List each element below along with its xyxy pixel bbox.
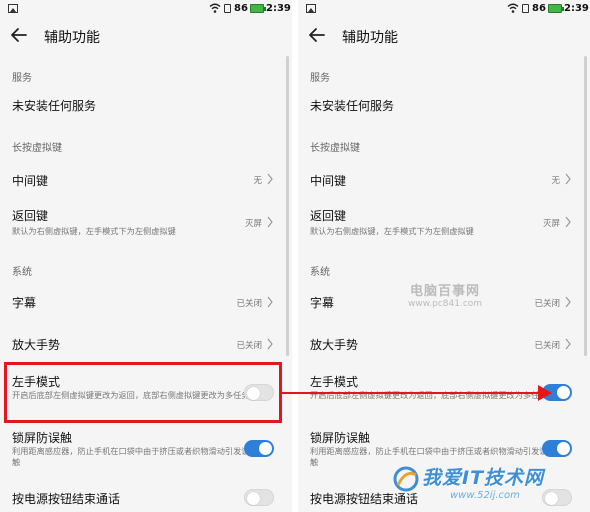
row-title: 锁屏防误触 (12, 431, 73, 445)
chevron-right-icon (565, 338, 571, 350)
settings-screen-after: 86 2:39 辅助功能 服务 未安装任何服务 长按虚拟键 中间键 无 返回键 … (298, 0, 590, 512)
sim-icon (224, 4, 231, 13)
chevron-right-icon (267, 216, 273, 228)
page-title: 辅助功能 (342, 30, 398, 46)
watermark-url: www.52ij.com (450, 490, 520, 501)
settings-screen-before: 86 2:39 辅助功能 服务 未安装任何服务 长按虚拟键 中间键 无 返回键 … (0, 0, 292, 512)
row-title: 返回键 (12, 209, 49, 223)
row-value: 灭屏 (542, 219, 560, 229)
row-title: 放大手势 (12, 338, 61, 352)
watermark-title: 我爱IT技术网 (422, 467, 545, 489)
list-item-power-end-call: 按电源按钮结束通话 (0, 484, 284, 512)
row-value: 无 (551, 176, 560, 186)
battery-icon (548, 4, 564, 13)
row-title: 中间键 (12, 174, 49, 188)
power-end-call-toggle[interactable] (244, 489, 274, 506)
list-item-magnify-gesture[interactable]: 放大手势 已关闭 (0, 328, 284, 360)
back-arrow-icon[interactable] (306, 24, 328, 46)
lock-screen-guard-toggle[interactable] (244, 440, 274, 457)
gallery-notification-icon (306, 4, 316, 13)
row-title: 返回键 (310, 209, 347, 223)
row-title: 按电源按钮结束通话 (12, 492, 121, 506)
lock-screen-guard-toggle[interactable] (542, 440, 572, 457)
list-item-subtitles[interactable]: 字幕 已关闭 (0, 286, 284, 318)
row-value: 已关闭 (534, 341, 560, 351)
status-bar: 86 2:39 (0, 0, 292, 18)
list-item-no-service[interactable]: 未安装任何服务 (298, 90, 582, 120)
watermark-url: www.pc841.com (408, 299, 483, 309)
row-value: 已关闭 (236, 299, 262, 309)
row-description: 默认为右侧虚拟键，左手模式下为左侧虚拟键 (12, 226, 176, 236)
annotation-arrow-head-icon (538, 385, 552, 401)
row-title: 左手模式 (310, 375, 359, 389)
watermark-52ij: 我爱IT技术网 www.52ij.com (392, 463, 588, 509)
app-bar: 辅助功能 (0, 18, 292, 54)
row-value: 已关闭 (534, 299, 560, 309)
scrollbar[interactable] (584, 56, 587, 356)
row-description: 默认为右侧虚拟键，左手模式下为左侧虚拟键 (310, 226, 474, 236)
clock: 2:39 (266, 3, 291, 14)
list-item-middle-key[interactable]: 中间键 无 (298, 163, 582, 195)
section-header-system: 系统 (310, 267, 330, 278)
list-item-back-key[interactable]: 返回键 默认为右侧虚拟键，左手模式下为左侧虚拟键 灭屏 (0, 203, 284, 243)
section-header-services: 服务 (12, 73, 32, 84)
chevron-right-icon (267, 338, 273, 350)
annotation-highlight-box (4, 362, 282, 423)
annotation-arrow-line (282, 392, 544, 394)
row-title: 未安装任何服务 (310, 99, 395, 113)
section-header-long-press: 长按虚拟键 (310, 143, 360, 154)
row-title: 字幕 (310, 296, 335, 310)
list-item-back-key[interactable]: 返回键 默认为右侧虚拟键，左手模式下为左侧虚拟键 灭屏 (298, 203, 582, 243)
status-bar: 86 2:39 (298, 0, 590, 18)
row-title: 中间键 (310, 174, 347, 188)
list-item-magnify-gesture[interactable]: 放大手势 已关闭 (298, 328, 582, 360)
row-description: 利用距离感应器，防止手机在口袋中由于挤压或者织物滑动引发误触 (12, 446, 250, 467)
sim-icon (522, 4, 529, 13)
chevron-right-icon (565, 216, 571, 228)
app-bar: 辅助功能 (298, 18, 590, 54)
wifi-icon (209, 3, 221, 13)
row-title: 字幕 (12, 296, 37, 310)
toggle-knob (259, 442, 272, 455)
section-header-system: 系统 (12, 267, 32, 278)
list-item-lock-screen-guard: 锁屏防误触 利用距离感应器，防止手机在口袋中由于挤压或者织物滑动引发误触 (0, 428, 284, 476)
wifi-icon (507, 3, 519, 13)
chevron-right-icon (267, 296, 273, 308)
row-value: 无 (253, 176, 262, 186)
list-item-no-service[interactable]: 未安装任何服务 (0, 90, 284, 120)
scrollbar[interactable] (286, 56, 289, 356)
chevron-right-icon (565, 296, 571, 308)
row-title: 锁屏防误触 (310, 431, 371, 445)
row-title: 未安装任何服务 (12, 99, 97, 113)
watermark-title: 电脑百事网 (410, 284, 481, 299)
toggle-knob (247, 492, 260, 505)
toggle-knob (557, 442, 570, 455)
row-title: 放大手势 (310, 338, 359, 352)
chevron-right-icon (267, 173, 273, 185)
chevron-right-icon (565, 173, 571, 185)
toggle-knob (557, 386, 570, 399)
battery-percent: 86 (234, 3, 248, 14)
list-item-middle-key[interactable]: 中间键 无 (0, 163, 284, 195)
back-arrow-icon[interactable] (8, 24, 30, 46)
gallery-notification-icon (8, 4, 18, 13)
section-header-services: 服务 (310, 73, 330, 84)
battery-icon (250, 4, 266, 13)
clock: 2:39 (564, 3, 589, 14)
watermark-logo-icon (393, 466, 419, 492)
battery-percent: 86 (532, 3, 546, 14)
row-value: 灭屏 (244, 219, 262, 229)
row-value: 已关闭 (236, 341, 262, 351)
watermark-pc841: 电脑百事网 www.pc841.com (408, 280, 482, 309)
section-header-long-press: 长按虚拟键 (12, 143, 62, 154)
page-title: 辅助功能 (44, 30, 100, 46)
